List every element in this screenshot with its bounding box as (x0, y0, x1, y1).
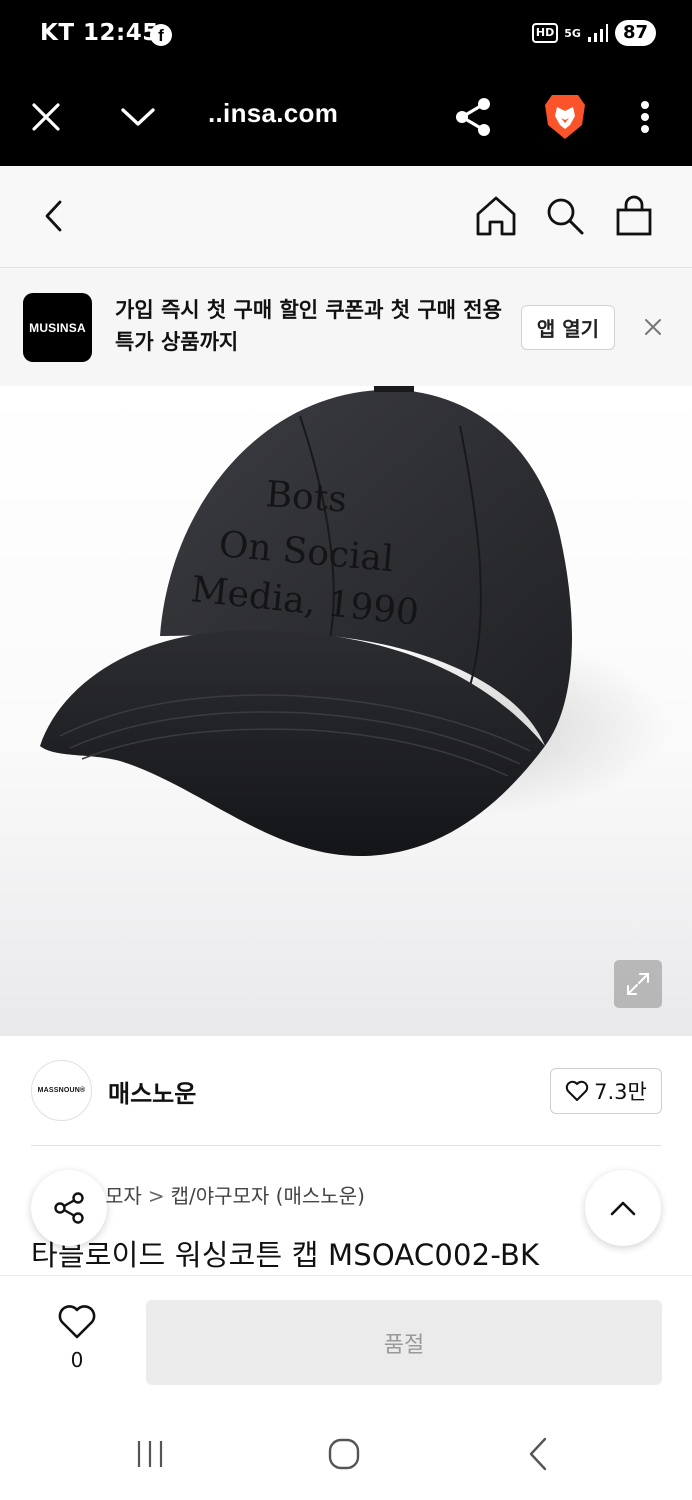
wishlist-button[interactable]: 0 (52, 1304, 102, 1372)
product-image[interactable]: Bots On Social Media, 1990 (0, 386, 692, 1036)
more-vertical-icon (641, 101, 649, 133)
status-time: KT 12:45 (40, 20, 159, 46)
svg-text:Bots: Bots (264, 474, 348, 521)
expand-image-button[interactable] (614, 960, 662, 1008)
brand-name[interactable]: 매스노운 (108, 1074, 196, 1109)
network-5g-icon: 5G (564, 26, 581, 40)
breadcrumb: 모자 > 캡/야구모자 (매스노운) (105, 1180, 365, 1209)
home-button[interactable] (471, 191, 521, 241)
hd-icon: HD (531, 23, 559, 43)
brand-row: MASSNOUN® 매스노운 7.3만 (0, 1036, 692, 1146)
app-install-banner: MUSINSA 가입 즉시 첫 구매 할인 쿠폰과 첫 구매 전용 특가 상품까… (0, 268, 692, 386)
battery-indicator: 87 (614, 20, 656, 46)
close-icon (645, 319, 661, 335)
status-bar: KT 12:45 f HD 5G 87 (0, 0, 692, 68)
chevron-down-icon (121, 108, 155, 126)
soldout-button[interactable]: 품절 (146, 1300, 662, 1385)
divider (31, 1145, 661, 1146)
share-icon (54, 1192, 84, 1224)
brand-like-count: 7.3만 (594, 1080, 647, 1104)
facebook-icon: f (150, 24, 172, 46)
home-circle-icon (328, 1438, 360, 1470)
expand-icon (627, 973, 649, 995)
chevron-left-icon (529, 1437, 547, 1471)
recent-apps-button[interactable] (120, 1430, 180, 1478)
open-app-button[interactable]: 앱 열기 (521, 305, 615, 350)
share-button[interactable] (448, 92, 498, 142)
close-icon (32, 103, 60, 131)
back-nav-button[interactable] (508, 1430, 568, 1478)
banner-close-button[interactable] (638, 312, 668, 342)
wishlist-count: 0 (70, 1348, 84, 1372)
breadcrumb-separator: > (147, 1184, 165, 1208)
address-bar-url[interactable]: ..insa.com (208, 98, 338, 129)
search-icon (547, 198, 584, 235)
shopping-bag-icon (616, 195, 652, 236)
chevron-left-icon (45, 200, 62, 232)
share-icon (456, 98, 490, 136)
cart-button[interactable] (609, 191, 659, 241)
browser-toolbar: ..insa.com (0, 68, 692, 166)
breadcrumb-current[interactable]: 캡/야구모자 (매스노운) (171, 1184, 365, 1208)
search-button[interactable] (540, 191, 590, 241)
musinsa-logo: MUSINSA (23, 293, 92, 362)
browser-menu-button[interactable] (620, 92, 670, 142)
collapse-button[interactable] (113, 92, 163, 142)
close-tab-button[interactable] (21, 92, 71, 142)
share-product-button[interactable] (31, 1170, 107, 1246)
brand-logo[interactable]: MASSNOUN® (31, 1060, 92, 1121)
home-icon (476, 196, 516, 236)
recent-apps-icon (137, 1441, 163, 1467)
status-indicators: HD 5G 87 (531, 20, 656, 46)
home-nav-button[interactable] (314, 1430, 374, 1478)
signal-icon (587, 24, 608, 42)
heart-outline-icon (58, 1305, 96, 1339)
product-title: 타블로이드 워싱코튼 캡 MSOAC002-BK (31, 1238, 540, 1272)
brave-shields-button[interactable] (540, 92, 590, 142)
brand-like-button[interactable]: 7.3만 (550, 1068, 662, 1114)
brave-lion-icon (545, 95, 585, 139)
banner-message: 가입 즉시 첫 구매 할인 쿠폰과 첫 구매 전용 특가 상품까지 (115, 298, 502, 354)
scroll-top-button[interactable] (585, 1170, 661, 1246)
cap-illustration: Bots On Social Media, 1990 (40, 386, 670, 856)
heart-outline-icon (565, 1080, 589, 1101)
breadcrumb-parent[interactable]: 모자 (105, 1184, 142, 1208)
chevron-up-icon (610, 1201, 636, 1216)
purchase-bar: 0 품절 (0, 1275, 692, 1402)
system-nav-bar (0, 1402, 692, 1500)
site-header (0, 166, 692, 268)
back-button[interactable] (29, 191, 79, 241)
